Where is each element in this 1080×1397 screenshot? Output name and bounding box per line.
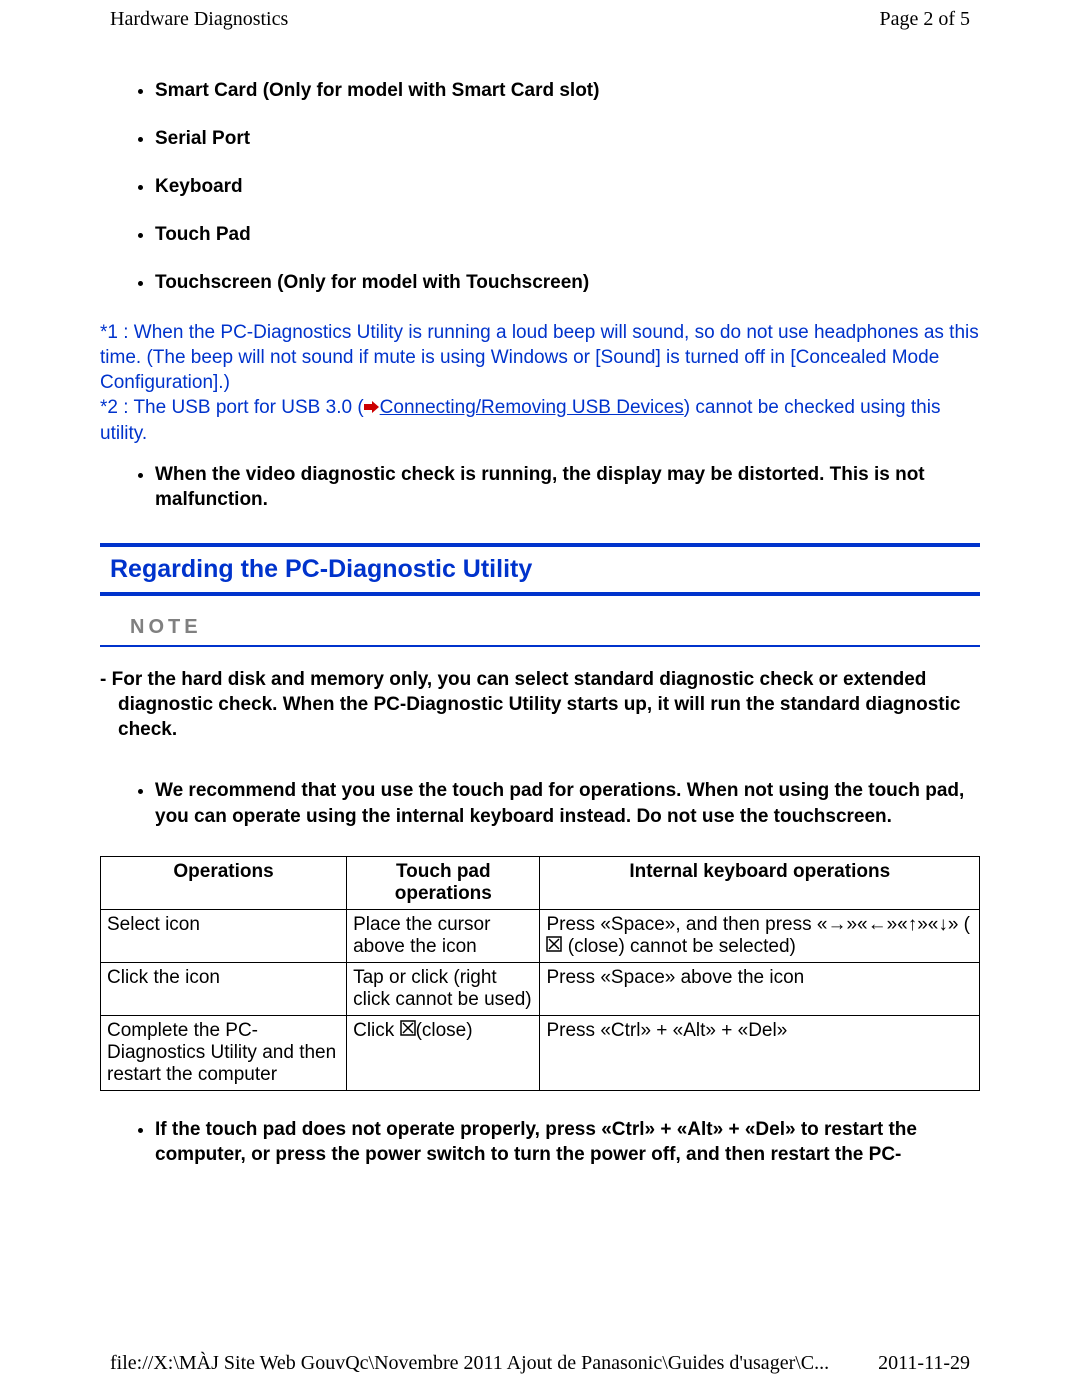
footer-path: file://X:\MÀJ Site Web GouvQc\Novembre 2… [110, 1352, 829, 1375]
note-heading: NOTE [100, 616, 980, 647]
footer-date: 2011-11-29 [878, 1352, 970, 1375]
th-keyboard: Internal keyboard operations [540, 856, 980, 909]
table-row: Complete the PC-Diagnostics Utility and … [101, 1015, 980, 1090]
list-item: Serial Port [155, 128, 980, 150]
tp-text-a: Click [353, 1020, 399, 1041]
header-title: Hardware Diagnostics [110, 8, 288, 31]
arrow-right-icon [364, 396, 380, 421]
kb-text-b: (close) cannot be selected) [562, 936, 795, 957]
table-row: Select icon Place the cursor above the i… [101, 909, 980, 962]
cell-op: Click the icon [101, 962, 347, 1015]
table-row: Click the icon Tap or click (right click… [101, 962, 980, 1015]
header: Hardware Diagnostics Page 2 of 5 [0, 8, 1080, 31]
th-operations: Operations [101, 856, 347, 909]
recommend-item: We recommend that you use the touch pad … [155, 778, 980, 829]
list-item: Smart Card (Only for model with Smart Ca… [155, 80, 980, 102]
operations-table: Operations Touch pad operations Internal… [100, 856, 980, 1091]
footnote-2a: *2 : The USB port for USB 3.0 ( [100, 397, 364, 418]
cell-op: Complete the PC-Diagnostics Utility and … [101, 1015, 347, 1090]
footnote-1: *1 : When the PC-Diagnostics Utility is … [100, 322, 979, 393]
footer: file://X:\MÀJ Site Web GouvQc\Novembre 2… [0, 1352, 1080, 1375]
feature-list: Smart Card (Only for model with Smart Ca… [100, 80, 980, 294]
footnotes: *1 : When the PC-Diagnostics Utility is … [100, 320, 980, 446]
video-warning-list: When the video diagnostic check is runni… [100, 462, 980, 513]
th-touchpad: Touch pad operations [347, 856, 540, 909]
post-note: If the touch pad does not operate proper… [155, 1117, 980, 1168]
cell-kb: Press «Space» above the icon [540, 962, 980, 1015]
close-icon [546, 936, 562, 958]
cell-tp: Tap or click (right click cannot be used… [347, 962, 540, 1015]
header-page: Page 2 of 5 [879, 8, 970, 31]
cell-tp: Place the cursor above the icon [347, 909, 540, 962]
cell-kb: Press «Ctrl» + «Alt» + «Del» [540, 1015, 980, 1090]
post-note-list: If the touch pad does not operate proper… [100, 1117, 980, 1168]
page: Hardware Diagnostics Page 2 of 5 Smart C… [0, 0, 1080, 1397]
close-icon [400, 1020, 416, 1042]
recommend-list: We recommend that you use the touch pad … [100, 778, 980, 829]
list-item: Keyboard [155, 176, 980, 198]
section-title: Regarding the PC-Diagnostic Utility [110, 555, 532, 583]
tp-text-b: (close) [416, 1020, 473, 1041]
hd-note: - For the hard disk and memory only, you… [100, 667, 980, 742]
cell-kb: Press «Space», and then press «→»«←»«↑»«… [540, 909, 980, 962]
cell-tp: Click (close) [347, 1015, 540, 1090]
content: Smart Card (Only for model with Smart Ca… [100, 80, 980, 1168]
cell-op: Select icon [101, 909, 347, 962]
list-item: Touch Pad [155, 224, 980, 246]
table-header-row: Operations Touch pad operations Internal… [101, 856, 980, 909]
video-warning: When the video diagnostic check is runni… [155, 462, 980, 513]
kb-text-a: Press «Space», and then press «→»«←»«↑»«… [546, 914, 970, 935]
section-heading: Regarding the PC-Diagnostic Utility [100, 543, 980, 596]
list-item: Touchscreen (Only for model with Touchsc… [155, 272, 980, 294]
usb-link[interactable]: Connecting/Removing USB Devices [380, 397, 684, 418]
note-label: NOTE [130, 616, 202, 638]
